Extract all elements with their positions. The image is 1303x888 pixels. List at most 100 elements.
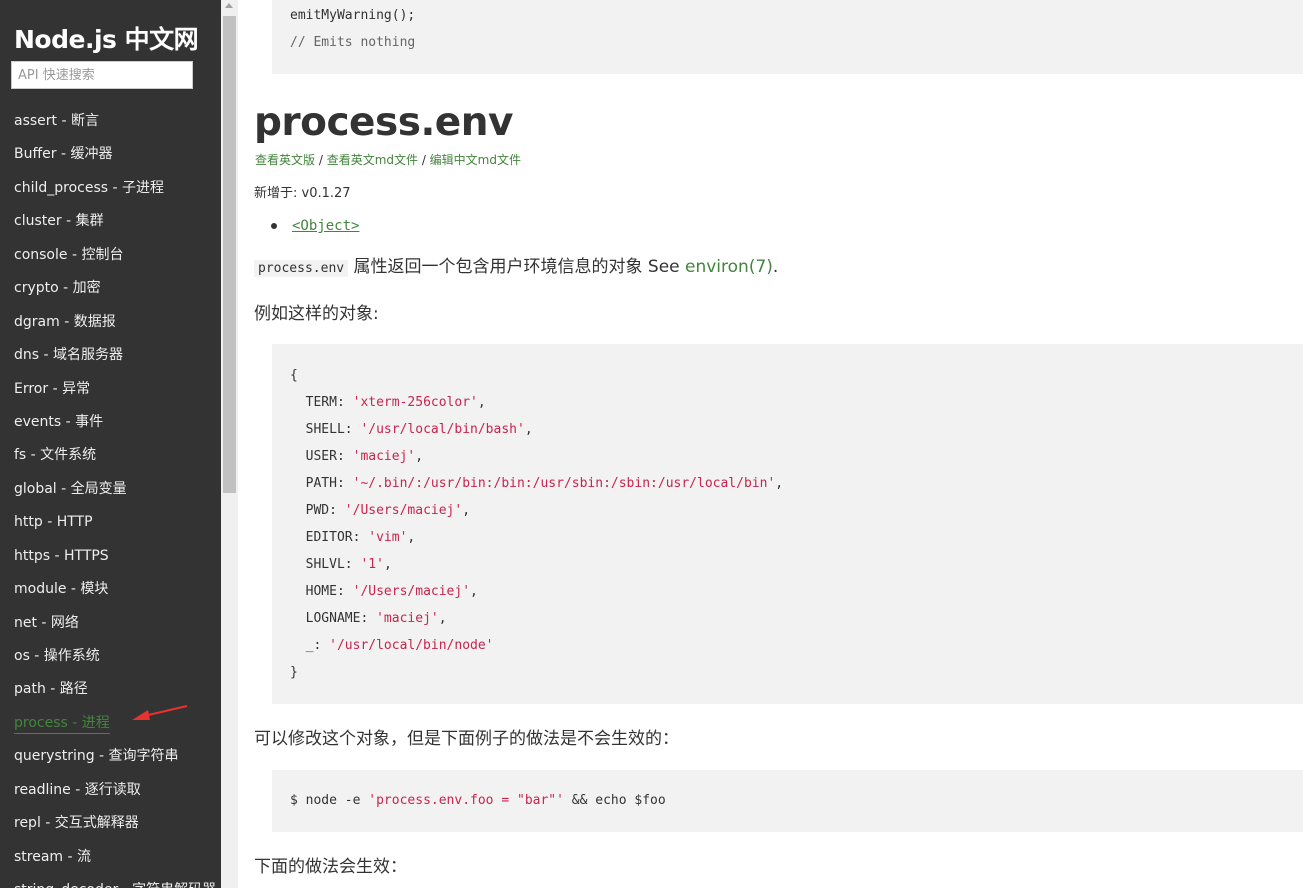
env-value: '1' <box>360 557 384 572</box>
scroll-up-arrow-icon[interactable] <box>225 3 233 8</box>
environ-link[interactable]: environ(7) <box>685 257 773 277</box>
env-entry-line: PATH: '~/.bin/:/usr/bin:/bin:/usr/sbin:/… <box>305 476 784 491</box>
env-value: 'vim' <box>368 530 408 545</box>
sidebar-nav-item[interactable]: module - 模块 <box>0 573 216 606</box>
sidebar-nav-item[interactable]: fs - 文件系统 <box>0 439 216 472</box>
sidebar-nav-item[interactable]: net - 网络 <box>0 607 216 640</box>
env-entry-line: TERM: 'xterm-256color', <box>305 395 486 410</box>
code-block-shell: $ node -e 'process.env.foo = "bar"' && e… <box>272 770 1303 832</box>
env-key: SHLVL <box>305 557 345 572</box>
sidebar: Node.js 中文网 assert - 断言 Buffer - 缓冲器 child… <box>0 0 221 888</box>
example-intro-text: 例如这样的对象: <box>254 304 379 324</box>
env-entry-line: _: '/usr/local/bin/node' <box>305 638 494 653</box>
sidebar-nav-label: cluster - 集群 <box>14 213 104 230</box>
env-key: SHELL <box>305 422 345 437</box>
sidebar-nav-label: module - 模块 <box>14 581 109 598</box>
object-type-link[interactable]: <Object> <box>292 218 359 234</box>
env-entry-line: SHLVL: '1', <box>305 557 392 572</box>
sidebar-nav-label: process - 进程 <box>14 713 110 734</box>
sidebar-nav-label: console - 控制台 <box>14 246 124 263</box>
sidebar-nav-item[interactable]: Error - 异常 <box>0 373 216 406</box>
works-note-text: 下面的做法会生效： <box>254 857 407 877</box>
view-english-md-link[interactable]: 查看英文md文件 <box>327 153 418 167</box>
link-separator: / <box>315 153 327 167</box>
edit-chinese-md-link[interactable]: 编辑中文md文件 <box>430 153 521 167</box>
sidebar-nav-label: https - HTTPS <box>14 547 109 564</box>
sidebar-nav-label: dgram - 数据报 <box>14 313 116 330</box>
sidebar-nav-item[interactable]: repl - 交互式解释器 <box>0 807 216 840</box>
link-separator: / <box>418 153 430 167</box>
sidebar-nav-label: Buffer - 缓冲器 <box>14 146 113 163</box>
inline-code: process.env <box>254 260 349 277</box>
env-value: 'maciej' <box>376 611 439 626</box>
added-in-version: 新增于: v0.1.27 <box>254 186 351 201</box>
sidebar-nav-label: assert - 断言 <box>14 113 99 129</box>
env-key: USER <box>305 449 337 464</box>
sidebar-nav-item[interactable]: dns - 域名服务器 <box>0 339 216 372</box>
sidebar-nav-label: http - HTTP <box>14 514 93 531</box>
sidebar-nav-label: readline - 逐行读取 <box>14 781 141 798</box>
sidebar-nav-label: dns - 域名服务器 <box>14 347 124 364</box>
sidebar-nav-item[interactable]: dgram - 数据报 <box>0 306 216 339</box>
sidebar-nav-label: path - 路径 <box>14 681 88 698</box>
env-value: 'xterm-256color' <box>352 395 478 410</box>
sidebar-nav-label: os - 操作系统 <box>14 648 100 664</box>
env-key: HOME <box>305 584 337 599</box>
sidebar-nav-item[interactable]: assert - 断言 <box>0 105 216 138</box>
sidebar-nav-item[interactable]: child_process - 子进程 <box>0 172 216 205</box>
sidebar-nav-item[interactable]: string_decoder - 字符串解码器 <box>0 874 216 888</box>
sidebar-nav-label: child_process - 子进程 <box>14 179 164 196</box>
section-heading: process.env <box>254 100 513 145</box>
code-block-emit-warning: emitMyWarning(); // Emits nothing <box>272 0 1303 74</box>
shell-suffix: && echo $foo <box>563 793 666 808</box>
source-links: 查看英文版 / 查看英文md文件 / 编辑中文md文件 <box>255 151 521 168</box>
modify-note-text: 可以修改这个对象，但是下面例子的做法是不会生效的： <box>254 729 679 749</box>
shell-prefix: $ node -e <box>290 793 369 808</box>
env-entry-line: PWD: '/Users/maciej', <box>305 503 471 518</box>
bullet-dot-icon <box>271 223 277 229</box>
sidebar-scrollbar[interactable] <box>221 0 238 888</box>
code-brace: { <box>290 368 298 383</box>
sidebar-nav-item[interactable]: readline - 逐行读取 <box>0 774 216 807</box>
sidebar-nav-item[interactable]: global - 全局变量 <box>0 473 216 506</box>
env-value: 'maciej' <box>352 449 416 464</box>
period: . <box>772 257 779 277</box>
env-entry-line: EDITOR: 'vim', <box>305 530 416 545</box>
sidebar-nav-item[interactable]: Buffer - 缓冲器 <box>0 138 216 171</box>
sidebar-nav-item[interactable]: console - 控制台 <box>0 239 216 272</box>
sidebar-nav-label: querystring - 查询字符串 <box>14 748 179 765</box>
sidebar-nav-label: repl - 交互式解释器 <box>14 815 139 832</box>
sidebar-nav-label: events - 事件 <box>14 413 104 430</box>
sidebar-nav-item[interactable]: os - 操作系统 <box>0 640 216 673</box>
main-content: emitMyWarning(); // Emits nothing proces… <box>238 0 1303 888</box>
sidebar-nav-item[interactable]: http - HTTP <box>0 506 216 539</box>
env-entry-line: USER: 'maciej', <box>305 449 424 464</box>
site-title[interactable]: Node.js 中文网 <box>14 20 199 56</box>
sidebar-nav-item[interactable]: querystring - 查询字符串 <box>0 740 216 773</box>
sidebar-nav-item[interactable]: https - HTTPS <box>0 540 216 573</box>
sidebar-nav-label: global - 全局变量 <box>14 480 127 497</box>
sidebar-nav-label: string_decoder - 字符串解码器 <box>14 880 216 888</box>
api-nav-list: assert - 断言 Buffer - 缓冲器 child_process - 子… <box>0 105 216 888</box>
env-key: PATH <box>305 476 337 491</box>
env-value: '/usr/local/bin/bash' <box>360 422 525 437</box>
sidebar-nav-item[interactable]: cluster - 集群 <box>0 205 216 238</box>
description-paragraph: process.env 属性返回一个包含用户环境信息的对象 See enviro… <box>254 252 778 277</box>
env-value: '/usr/local/bin/node' <box>329 638 494 653</box>
env-entry-line: SHELL: '/usr/local/bin/bash', <box>305 422 533 437</box>
sidebar-nav-item[interactable]: crypto - 加密 <box>0 272 216 305</box>
env-key: EDITOR <box>305 530 353 545</box>
scrollbar-thumb[interactable] <box>223 16 236 493</box>
shell-command: $ node -e 'process.env.foo = "bar"' && e… <box>290 793 666 808</box>
shell-string: 'process.env.foo = "bar"' <box>368 793 564 808</box>
env-value: '/Users/maciej' <box>344 503 463 518</box>
env-key: TERM <box>305 395 337 410</box>
sidebar-nav-item[interactable]: stream - 流 <box>0 841 216 874</box>
code-comment: // Emits nothing <box>290 35 416 50</box>
env-entry-line: HOME: '/Users/maciej', <box>305 584 478 599</box>
sidebar-nav-label: Error - 异常 <box>14 380 91 397</box>
view-english-link[interactable]: 查看英文版 <box>255 153 315 167</box>
red-arrow-annotation <box>132 705 188 720</box>
sidebar-nav-item[interactable]: events - 事件 <box>0 406 216 439</box>
api-search-input[interactable] <box>11 61 193 89</box>
